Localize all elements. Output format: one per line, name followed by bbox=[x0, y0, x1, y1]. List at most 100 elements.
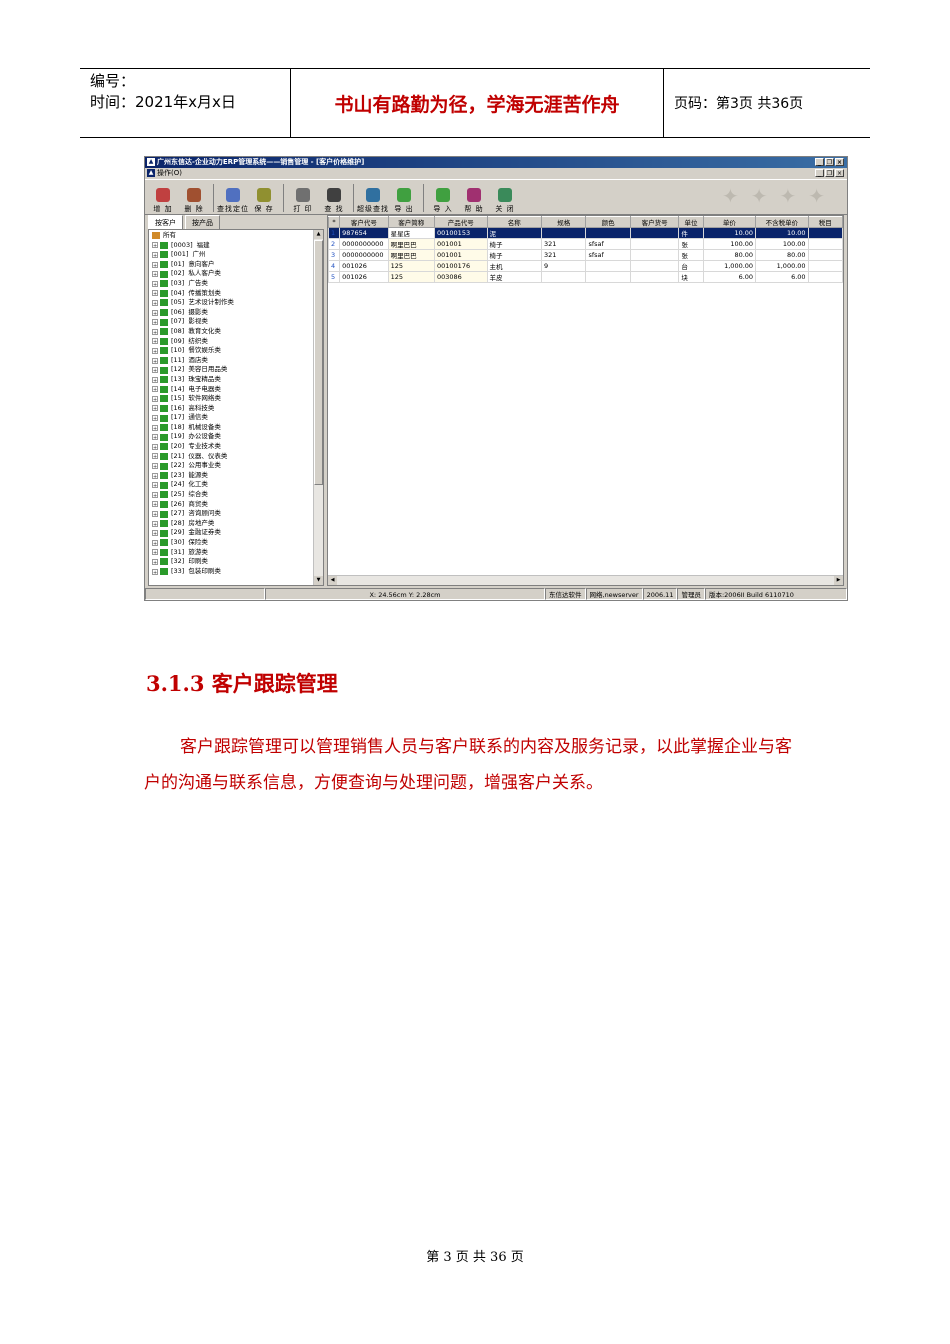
table-cell[interactable] bbox=[585, 227, 631, 239]
table-cell[interactable]: 啊里巴巴 bbox=[387, 238, 436, 250]
table-cell[interactable]: 9 bbox=[541, 260, 587, 272]
table-cell[interactable]: 987654 bbox=[339, 227, 389, 239]
expand-icon[interactable]: + bbox=[152, 491, 158, 499]
table-cell[interactable]: 泥 bbox=[486, 227, 543, 239]
grid-hscrollbar[interactable]: ◀ ▶ bbox=[328, 575, 843, 585]
minimize-icon[interactable]: _ bbox=[815, 158, 824, 166]
expand-icon[interactable]: + bbox=[152, 347, 158, 355]
column-header[interactable]: 税目 bbox=[807, 216, 843, 228]
toolbar-button-9[interactable]: 帮 助 bbox=[460, 182, 488, 214]
table-cell[interactable] bbox=[807, 249, 843, 261]
column-header[interactable]: * bbox=[328, 216, 341, 228]
tree-item[interactable]: + [04] 传播策划类 bbox=[152, 289, 314, 299]
tree-item[interactable]: + [10] 餐饮娱乐类 bbox=[152, 346, 314, 356]
table-cell[interactable]: 1,000.00 bbox=[702, 260, 757, 272]
table-cell[interactable]: 张 bbox=[678, 249, 704, 261]
expand-icon[interactable]: + bbox=[152, 558, 158, 566]
expand-icon[interactable]: + bbox=[152, 520, 158, 528]
toolbar-button-2[interactable]: 查找定位 bbox=[217, 182, 248, 214]
scroll-right-icon[interactable]: ▶ bbox=[834, 576, 843, 585]
column-header[interactable]: 产品代号 bbox=[434, 216, 488, 228]
expand-icon[interactable]: + bbox=[152, 539, 158, 547]
table-cell[interactable]: 1,000.00 bbox=[755, 260, 809, 272]
table-cell[interactable]: 0000000000 bbox=[339, 249, 389, 261]
expand-icon[interactable]: + bbox=[152, 319, 158, 326]
table-cell[interactable] bbox=[629, 238, 680, 250]
toolbar-button-8[interactable]: 导 入 bbox=[429, 182, 457, 214]
expand-icon[interactable]: + bbox=[152, 549, 158, 556]
tree-item[interactable]: + [01] 意向客户 bbox=[152, 260, 314, 270]
table-cell[interactable]: 5 bbox=[328, 271, 341, 283]
expand-icon[interactable]: + bbox=[152, 482, 158, 489]
table-cell[interactable]: 001026 bbox=[339, 260, 389, 272]
tree-item[interactable]: + [27] 咨询顾问类 bbox=[152, 509, 314, 519]
tree-item[interactable]: + [03] 广告类 bbox=[152, 279, 314, 289]
tree-item[interactable]: + [02] 私人客户类 bbox=[152, 269, 314, 279]
table-cell[interactable] bbox=[807, 260, 843, 272]
table-cell[interactable]: 4 bbox=[328, 260, 341, 272]
expand-icon[interactable]: + bbox=[152, 415, 158, 422]
tree-item[interactable]: + [28] 房地产类 bbox=[152, 519, 314, 529]
table-row[interactable]: 2 0000000000 啊里巴巴 001001 椅子 321 sfsaf 张 100.00 10… bbox=[328, 238, 843, 250]
tree-item[interactable]: + [18] 机械设备类 bbox=[152, 423, 314, 433]
table-cell[interactable] bbox=[585, 260, 631, 272]
tree-item[interactable]: + [31] 旅游类 bbox=[152, 548, 314, 558]
table-row[interactable]: 1 987654 星星店 00100153 泥件 10.00 10.00 bbox=[328, 227, 843, 239]
toolbar-button-6[interactable]: 超级查找 bbox=[357, 182, 388, 214]
expand-icon[interactable]: + bbox=[152, 338, 158, 345]
toolbar-button-5[interactable]: 查 找 bbox=[320, 182, 348, 214]
table-cell[interactable] bbox=[807, 227, 843, 239]
table-cell[interactable]: 啊里巴巴 bbox=[387, 249, 436, 261]
table-cell[interactable]: 001001 bbox=[434, 249, 488, 261]
tree-item[interactable]: + [26] 商贸类 bbox=[152, 500, 314, 510]
table-cell[interactable]: 00100176 bbox=[434, 260, 488, 272]
tree-item[interactable]: + [0003] 福建 bbox=[152, 241, 314, 251]
tab-by-product[interactable]: 按产品 bbox=[185, 215, 220, 229]
expand-icon[interactable]: + bbox=[152, 376, 158, 384]
toolbar-button-1[interactable]: 删 除 bbox=[180, 182, 208, 214]
table-cell[interactable]: 0000000000 bbox=[339, 238, 389, 250]
tree-scrollbar[interactable]: ▲ ▼ bbox=[313, 230, 323, 585]
table-cell[interactable]: 321 bbox=[541, 238, 587, 250]
column-header[interactable]: 规格 bbox=[541, 216, 587, 228]
table-cell[interactable]: 100.00 bbox=[755, 238, 809, 250]
table-cell[interactable] bbox=[585, 271, 631, 283]
tree-root[interactable]: 所有 bbox=[152, 231, 314, 241]
expand-icon[interactable]: + bbox=[152, 443, 158, 451]
expand-icon[interactable]: + bbox=[152, 463, 158, 470]
table-cell[interactable] bbox=[807, 271, 843, 283]
column-header[interactable]: 单价 bbox=[702, 216, 757, 228]
tree-item[interactable]: + [11] 酒店类 bbox=[152, 356, 314, 366]
expand-icon[interactable]: + bbox=[152, 309, 158, 317]
table-cell[interactable]: 80.00 bbox=[755, 249, 809, 261]
table-cell[interactable]: 椅子 bbox=[486, 249, 543, 261]
tree-item[interactable]: + [22] 公用事业类 bbox=[152, 461, 314, 471]
expand-icon[interactable]: + bbox=[152, 568, 158, 576]
column-header[interactable]: 客户货号 bbox=[629, 216, 680, 228]
toolbar-button-3[interactable]: 保 存 bbox=[250, 182, 278, 214]
expand-icon[interactable]: + bbox=[152, 357, 158, 365]
expand-icon[interactable]: + bbox=[152, 472, 158, 480]
table-row[interactable]: 3 0000000000 啊里巴巴 001001 椅子 321 sfsaf 张 80.00 80.… bbox=[328, 249, 843, 261]
expand-icon[interactable]: + bbox=[152, 395, 158, 403]
expand-icon[interactable]: + bbox=[152, 511, 158, 518]
column-header[interactable]: 客户简称 bbox=[387, 216, 436, 228]
table-cell[interactable]: 羊皮 bbox=[486, 271, 543, 283]
tree-item[interactable]: + [23] 能源类 bbox=[152, 471, 314, 481]
tree-item[interactable]: + [21] 仪器、仪表类 bbox=[152, 452, 314, 462]
table-row[interactable]: 4 001026 125 00100176 主机 9 台 1,000.00 1,000.00 bbox=[328, 260, 843, 272]
table-row[interactable]: 5 001026 125 003086 羊皮块 6.00 6.00 bbox=[328, 271, 843, 283]
tree-item[interactable]: + [001] 广州 bbox=[152, 250, 314, 260]
column-header[interactable]: 颜色 bbox=[585, 216, 631, 228]
tree-item[interactable]: + [07] 影视类 bbox=[152, 317, 314, 327]
toolbar-button-10[interactable]: 关 闭 bbox=[491, 182, 519, 214]
table-cell[interactable]: 80.00 bbox=[702, 249, 757, 261]
expand-icon[interactable]: + bbox=[152, 530, 158, 537]
expand-icon[interactable]: + bbox=[152, 453, 158, 460]
expand-icon[interactable]: + bbox=[152, 280, 158, 288]
scroll-down-icon[interactable]: ▼ bbox=[314, 576, 323, 585]
expand-icon[interactable]: + bbox=[152, 261, 158, 269]
child-restore-icon[interactable]: ❐ bbox=[825, 169, 834, 177]
table-cell[interactable]: sfsaf bbox=[585, 249, 631, 261]
table-cell[interactable]: 6.00 bbox=[702, 271, 757, 283]
